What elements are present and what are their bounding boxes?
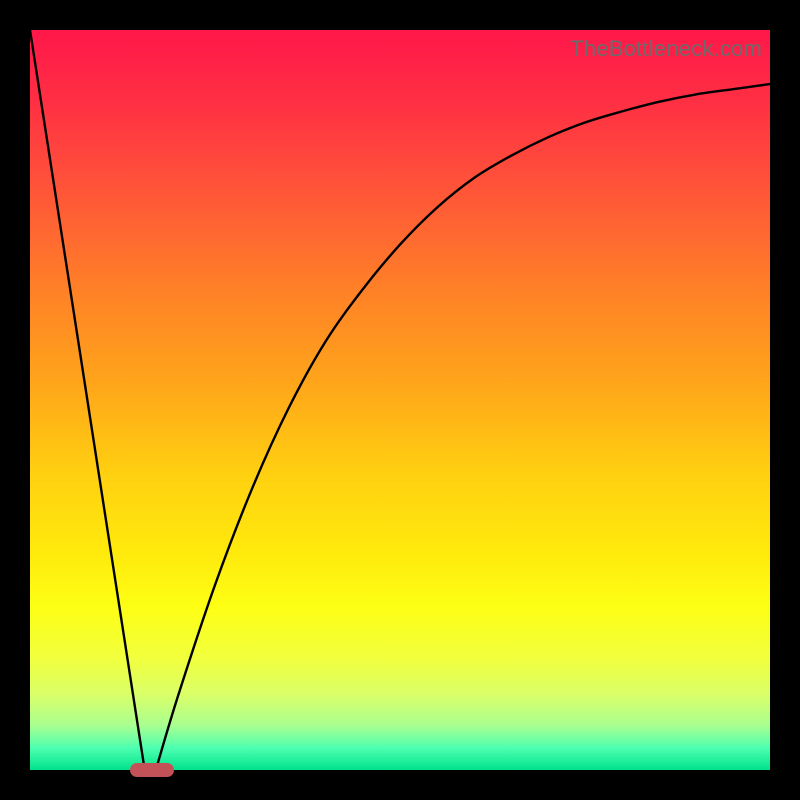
curve-left-line [30,30,145,770]
plot-area: TheBottleneck.com [30,30,770,770]
curve-right [156,84,770,770]
chart-frame: TheBottleneck.com [0,0,800,800]
bottleneck-marker [130,763,174,777]
chart-curves [30,30,770,770]
